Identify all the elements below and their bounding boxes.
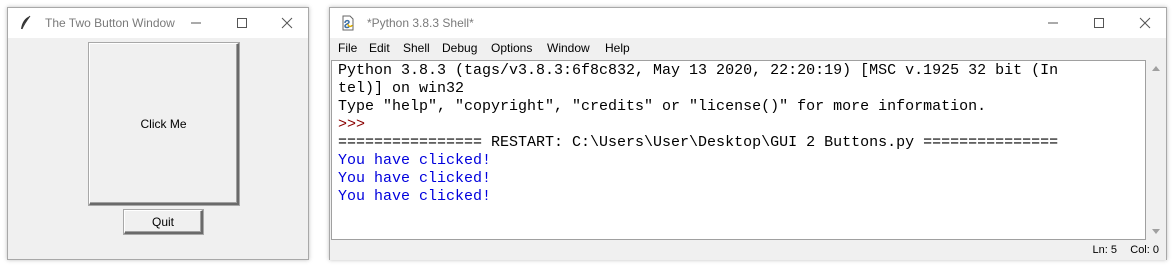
- maximize-button[interactable]: [1076, 8, 1122, 38]
- vertical-scrollbar[interactable]: [1147, 60, 1166, 240]
- menu-window[interactable]: Window: [547, 41, 590, 55]
- menu-file[interactable]: File: [338, 41, 357, 55]
- shell-line: Type "help", "copyright", "credits" or "…: [338, 98, 987, 115]
- maximize-icon: [1094, 18, 1104, 28]
- menu-edit[interactable]: Edit: [369, 41, 390, 55]
- menu-debug[interactable]: Debug: [442, 41, 477, 55]
- line-number-status: Ln: 5: [1092, 244, 1117, 256]
- feather-icon: [18, 15, 34, 31]
- close-icon: [1139, 17, 1151, 29]
- python-shell-window: *Python 3.8.3 Shell* File Edit Shell Deb…: [329, 7, 1167, 260]
- program-output-line: You have clicked!: [338, 152, 492, 169]
- menu-options[interactable]: Options: [491, 41, 532, 55]
- close-icon: [281, 17, 293, 29]
- minimize-button[interactable]: [173, 8, 219, 38]
- two-button-window: The Two Button Window Click Me Quit: [7, 7, 309, 260]
- click-me-button[interactable]: Click Me: [89, 43, 239, 205]
- idle-shell-icon: [340, 15, 356, 31]
- shell-text-area[interactable]: Python 3.8.3 (tags/v3.8.3:6f8c832, May 1…: [331, 60, 1146, 240]
- column-number-status: Col: 0: [1130, 244, 1159, 256]
- menu-help[interactable]: Help: [605, 41, 630, 55]
- program-output-line: You have clicked!: [338, 170, 492, 187]
- minimize-icon: [1048, 22, 1058, 24]
- restart-banner: ================ RESTART: C:\Users\User\…: [338, 134, 1059, 151]
- title-bar[interactable]: *Python 3.8.3 Shell*: [330, 8, 1166, 38]
- window-title: *Python 3.8.3 Shell*: [367, 16, 474, 30]
- close-button[interactable]: [1122, 8, 1168, 38]
- close-button[interactable]: [264, 8, 310, 38]
- quit-button[interactable]: Quit: [124, 210, 203, 234]
- shell-line: Python 3.8.3 (tags/v3.8.3:6f8c832, May 1…: [338, 62, 1059, 79]
- menu-bar: File Edit Shell Debug Options Window Hel…: [330, 38, 1166, 60]
- title-bar[interactable]: The Two Button Window: [8, 8, 308, 38]
- minimize-icon: [191, 22, 201, 24]
- maximize-button[interactable]: [219, 8, 265, 38]
- shell-line: tel)] on win32: [338, 80, 465, 97]
- program-output-line: You have clicked!: [338, 188, 492, 205]
- window-title: The Two Button Window: [45, 16, 175, 30]
- status-bar: Ln: 5 Col: 0: [330, 241, 1166, 260]
- scroll-up-icon[interactable]: [1152, 66, 1160, 71]
- scroll-down-icon[interactable]: [1152, 229, 1160, 234]
- minimize-button[interactable]: [1030, 8, 1076, 38]
- maximize-icon: [237, 18, 247, 28]
- menu-shell[interactable]: Shell: [403, 41, 430, 55]
- shell-prompt: >>>: [338, 116, 375, 133]
